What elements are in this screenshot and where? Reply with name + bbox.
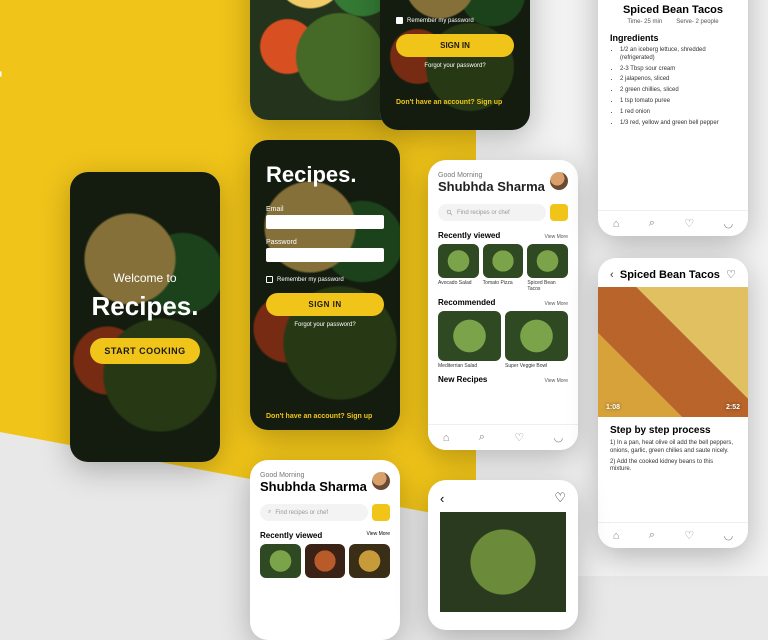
start-cooking-button[interactable]: START COOKING — [90, 338, 199, 364]
greeting: Good Morning — [260, 472, 390, 479]
ingredient-item: 2 jalapenos, sliced — [620, 76, 736, 84]
ingredient-item: 1 red onion — [620, 109, 736, 117]
section-title: New Recipes — [438, 375, 487, 384]
remember-row[interactable]: Remember my password — [266, 276, 384, 283]
email-field[interactable] — [266, 215, 384, 229]
greeting: Good Morning — [438, 172, 568, 179]
section-title: Recommended — [438, 298, 495, 307]
ingredients-heading: Ingredients — [610, 33, 736, 43]
remember-checkbox[interactable] — [266, 276, 273, 283]
signup-prompt: Don't have an account? Sign up — [396, 99, 514, 106]
search-input[interactable]: Find recipes or chef — [438, 204, 546, 221]
signup-prompt: Don't have an account? Sign up — [266, 413, 384, 420]
phone-signin: Recipes. Email Password Remember my pass… — [250, 140, 400, 430]
remember-row[interactable]: Remember my password — [396, 17, 514, 24]
ingredient-item: 2 green chillies, sliced — [620, 87, 736, 95]
step-video[interactable]: 1:08 2:52 — [598, 287, 748, 417]
recipe-time: Time- 25 min — [627, 19, 662, 25]
ingredient-item: 1/3 red, yellow and green bell pepper — [620, 120, 736, 128]
brand-wordmark: Recipes. — [0, 6, 8, 146]
signin-button[interactable]: SIGN IN — [396, 34, 514, 57]
username: Shubhda Sharma — [438, 179, 568, 194]
recipe-hero-image — [440, 512, 566, 612]
section-title: Recently viewed — [260, 531, 322, 540]
recipe-caption: Tomato Pizza — [483, 280, 524, 286]
view-more-link[interactable]: View More — [544, 378, 568, 384]
view-more-link[interactable]: View More — [366, 531, 390, 540]
view-more-link[interactable]: View More — [544, 301, 568, 307]
search-placeholder: Find recipes or chef — [275, 510, 328, 516]
phone-home: Good Morning Shubhda Sharma Find recipes… — [428, 160, 578, 450]
step-item: 2) Add the cooked kidney beans to this m… — [610, 459, 736, 475]
recipe-card[interactable] — [260, 544, 301, 578]
ingredients-list: 1/2 an iceberg lettuce, shredded (refrig… — [610, 47, 736, 127]
phone-detail-partial: ‹ ♡ — [428, 480, 578, 630]
recipe-card[interactable]: Tomato Pizza — [483, 244, 524, 292]
password-field[interactable] — [266, 248, 384, 262]
recipe-title: Spiced Bean Tacos — [610, 4, 736, 16]
recipe-card[interactable] — [349, 544, 390, 578]
remember-checkbox[interactable] — [396, 17, 403, 24]
avatar[interactable] — [372, 472, 390, 490]
search-icon — [446, 209, 453, 216]
recipe-caption: Spiced Bean Tacos — [527, 280, 568, 292]
welcome-supertitle: Welcome to — [113, 271, 176, 285]
back-icon[interactable]: ‹ — [610, 269, 614, 281]
phone-home-partial: Good Morning Shubhda Sharma ⌕Find recipe… — [250, 460, 400, 640]
search-input[interactable]: ⌕Find recipes or chef — [260, 504, 368, 521]
username: Shubhda Sharma — [260, 479, 390, 494]
heart-icon[interactable]: ♡ — [554, 490, 566, 506]
phone-food-preview — [250, 0, 400, 120]
recipe-title: Spiced Bean Tacos — [620, 269, 720, 281]
phone-recipe-detail: Spiced Bean Tacos Time- 25 min Serve- 2 … — [598, 0, 748, 236]
avatar[interactable] — [550, 172, 568, 190]
section-title: Recently viewed — [438, 231, 500, 240]
ingredient-item: 2-3 Tbsp sour cream — [620, 66, 736, 74]
recipe-caption: Avocado Salad — [438, 280, 479, 286]
recipe-card[interactable]: Spiced Bean Tacos — [527, 244, 568, 292]
video-time-total: 2:52 — [726, 404, 740, 411]
password-label: Password — [266, 239, 384, 246]
recipe-card[interactable] — [305, 544, 346, 578]
filter-button[interactable] — [550, 204, 568, 221]
forgot-link[interactable]: Forgot your password? — [266, 322, 384, 328]
remember-label: Remember my password — [277, 277, 344, 283]
heart-icon[interactable]: ♡ — [726, 268, 736, 281]
recipe-serves: Serve- 2 people — [676, 19, 718, 25]
signin-button[interactable]: SIGN IN — [266, 293, 384, 316]
phone-welcome: Welcome to Recipes. START COOKING — [70, 172, 220, 462]
back-icon[interactable]: ‹ — [440, 491, 444, 506]
remember-label: Remember my password — [407, 18, 474, 24]
recipe-card[interactable]: Avocado Salad — [438, 244, 479, 292]
recipe-caption: Mediterrian Salad — [438, 363, 501, 369]
video-time-current: 1:08 — [606, 404, 620, 411]
phone-steps: ‹ Spiced Bean Tacos ♡ 1:08 2:52 Step by … — [598, 258, 748, 548]
recipe-card[interactable]: Mediterrian Salad — [438, 311, 501, 369]
forgot-link[interactable]: Forgot your password? — [396, 63, 514, 69]
filter-button[interactable] — [372, 504, 390, 521]
recipe-caption: Super Veggie Bowl — [505, 363, 568, 369]
welcome-title: Recipes. — [92, 291, 199, 322]
step-item: 1) In a pan, heat olive oil add the bell… — [610, 440, 736, 456]
steps-heading: Step by step process — [610, 425, 736, 436]
ingredient-item: 1 tsp tomato puree — [620, 98, 736, 106]
signin-logo: Recipes. — [266, 162, 384, 188]
phone-signin-partial: Remember my password SIGN IN Forgot your… — [380, 0, 530, 130]
view-more-link[interactable]: View More — [544, 234, 568, 240]
recipe-card[interactable]: Super Veggie Bowl — [505, 311, 568, 369]
search-placeholder: Find recipes or chef — [457, 210, 510, 216]
signup-link[interactable]: Sign up — [347, 413, 373, 420]
signup-link[interactable]: Sign up — [477, 99, 503, 106]
ingredient-item: 1/2 an iceberg lettuce, shredded (refrig… — [620, 47, 736, 63]
email-label: Email — [266, 206, 384, 213]
